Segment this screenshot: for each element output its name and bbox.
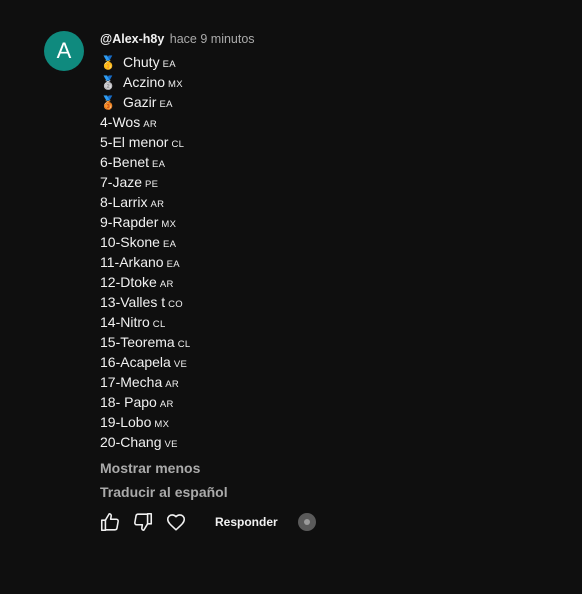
list-item: 11-Arkano EA	[100, 252, 560, 272]
list-item: 15-Teorema CL	[100, 332, 560, 352]
list-item: 🥉 Gazir EA	[100, 92, 560, 112]
country-code: VE	[164, 439, 178, 450]
thumbs-down-icon	[134, 512, 153, 532]
country-code: PE	[145, 179, 159, 190]
list-item: 5-El menor CL	[100, 132, 560, 152]
previous-comment-fragment	[120, 0, 200, 2]
author-name[interactable]: @Alex-h8y	[100, 32, 164, 46]
list-item: 20-Chang VE	[100, 432, 560, 452]
country-code: AR	[159, 399, 174, 410]
list-item-name: 18- Papo	[100, 394, 157, 410]
list-item: 4-Wos AR	[100, 112, 560, 132]
list-item-name: 11-Arkano	[100, 254, 164, 270]
comment-text: 🥇 Chuty EA 🥈 Aczino MX 🥉 Gazir EA 4-Wos AR 5-El…	[100, 52, 560, 452]
country-code: EA	[162, 239, 177, 250]
list-item: 17-Mecha AR	[100, 372, 560, 392]
list-item-name: 13-Valles t	[100, 294, 166, 310]
list-item-name: 20-Chang	[100, 434, 162, 450]
list-item-name: 6-Benet	[100, 154, 150, 170]
country-code: MX	[168, 79, 183, 90]
list-item: 16-Acapela VE	[100, 352, 560, 372]
country-code: AR	[143, 119, 158, 130]
list-item-name: 7-Jaze	[100, 174, 143, 190]
list-item: 18- Papo AR	[100, 392, 560, 412]
list-item-name: 10-Skone	[100, 234, 160, 250]
list-item-name: 8-Larrix	[100, 194, 148, 210]
list-item-name: 15-Teorema	[100, 334, 175, 350]
list-item: 12-Dtoke AR	[100, 272, 560, 292]
country-code: EA	[159, 99, 173, 110]
translate-button[interactable]: Traducir al español	[100, 482, 560, 502]
list-item: 🥇 Chuty EA	[100, 52, 560, 72]
dislike-button[interactable]	[131, 510, 155, 534]
list-item-name: 12-Dtoke	[100, 274, 157, 290]
list-item: 🥈 Aczino MX	[100, 72, 560, 92]
list-item: 8-Larrix AR	[100, 192, 560, 212]
country-code: CO	[168, 299, 183, 310]
country-code: MX	[154, 419, 170, 430]
list-item: 9-Rapder MX	[100, 212, 560, 232]
gold-medal-icon: 🥇	[100, 55, 117, 70]
list-item-name: 14-Nitro	[100, 314, 150, 330]
country-code: CL	[177, 339, 191, 350]
reply-button[interactable]: Responder	[215, 515, 278, 529]
like-button[interactable]	[98, 510, 122, 534]
list-item-name: 4-Wos	[100, 114, 141, 130]
country-code: CL	[171, 139, 185, 150]
creator-avatar-glyph	[303, 519, 310, 525]
list-item: 6-Benet EA	[100, 152, 560, 172]
comment-header: @Alex-h8y hace 9 minutos	[100, 31, 560, 47]
creator-avatar-icon	[297, 513, 316, 531]
avatar[interactable]: A	[44, 31, 84, 71]
silver-medal-icon: 🥈	[100, 75, 117, 90]
list-item: 14-Nitro CL	[100, 312, 560, 332]
heart-icon	[166, 514, 186, 531]
comment-actions: Responder	[98, 510, 316, 534]
country-code: EA	[152, 159, 166, 170]
comment-body: @Alex-h8y hace 9 minutos 🥇 Chuty EA 🥈 Aczin…	[100, 31, 560, 502]
list-item: 10-Skone EA	[100, 232, 560, 252]
list-item-name: Aczino	[123, 74, 166, 90]
list-item-name: 19-Lobo	[100, 414, 152, 430]
country-code: VE	[173, 359, 188, 370]
country-code: EA	[166, 259, 180, 270]
country-code: AR	[159, 279, 174, 290]
country-code: MX	[161, 219, 177, 230]
bronze-medal-icon: 🥉	[100, 95, 117, 110]
list-item: 19-Lobo MX	[100, 412, 560, 432]
country-code: CL	[152, 319, 166, 330]
list-item-name: Gazir	[123, 94, 157, 110]
list-item-name: 9-Rapder	[100, 214, 159, 230]
list-item-name: 16-Acapela	[100, 354, 171, 370]
country-code: AR	[165, 379, 180, 390]
heart-button[interactable]	[164, 510, 188, 534]
show-less-button[interactable]: Mostrar menos	[100, 458, 560, 478]
list-item-name: 17-Mecha	[100, 374, 163, 390]
country-code: EA	[162, 59, 176, 70]
list-item: 7-Jaze PE	[100, 172, 560, 192]
country-code: AR	[150, 199, 165, 210]
list-item-name: Chuty	[123, 54, 160, 70]
list-item-name: 5-El menor	[100, 134, 169, 150]
list-item: 13-Valles t CO	[100, 292, 560, 312]
comment-timestamp[interactable]: hace 9 minutos	[170, 32, 255, 46]
thumbs-up-icon	[100, 512, 119, 532]
